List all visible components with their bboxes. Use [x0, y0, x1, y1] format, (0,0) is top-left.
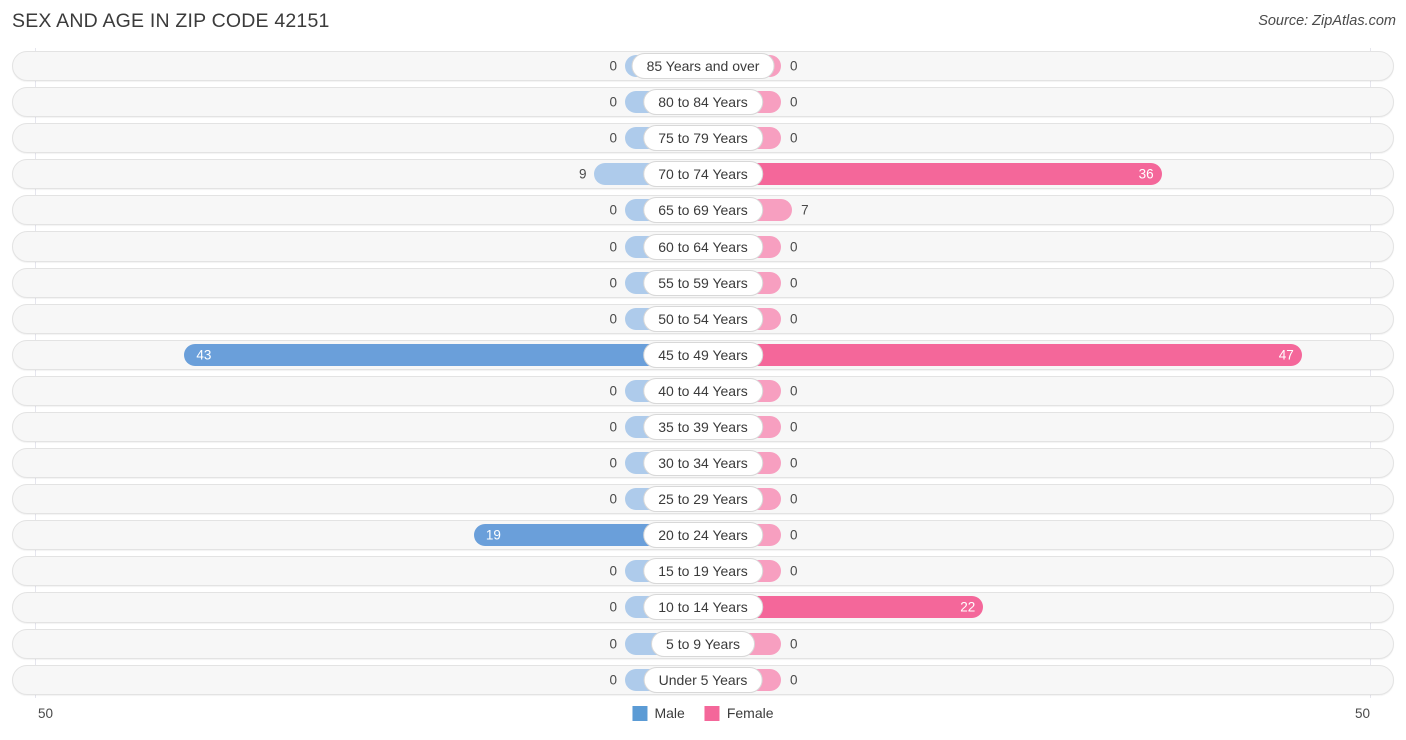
category-label: 55 to 59 Years — [643, 269, 763, 296]
axis-label-left: 50 — [38, 706, 54, 721]
category-label: 75 to 79 Years — [643, 125, 763, 152]
value-label-female: 47 — [1278, 347, 1294, 363]
source-attribution: Source: ZipAtlas.com — [1258, 13, 1396, 29]
value-label-male: 0 — [609, 311, 617, 327]
chart-row: 0 0 30 to 34 Years — [0, 445, 1406, 481]
chart-row: 0 0 85 Years and over — [0, 48, 1406, 84]
chart-footer: 50 50 Male Female — [0, 700, 1406, 740]
category-label: Under 5 Years — [643, 666, 763, 693]
category-label: 50 to 54 Years — [643, 305, 763, 332]
legend-swatch-icon — [632, 705, 648, 721]
value-label-female: 0 — [790, 672, 798, 688]
value-label-female: 0 — [790, 491, 798, 507]
chart-row: 0 0 50 to 54 Years — [0, 301, 1406, 337]
chart-row: 0 22 10 to 14 Years — [0, 589, 1406, 625]
axis-label-right: 50 — [1354, 706, 1370, 721]
category-label: 10 to 14 Years — [643, 594, 763, 621]
value-label-male: 0 — [609, 58, 617, 74]
value-label-male: 9 — [578, 166, 587, 182]
chart-row: 0 0 25 to 29 Years — [0, 481, 1406, 517]
chart-row: 0 0 Under 5 Years — [0, 662, 1406, 698]
value-label-male: 0 — [609, 455, 617, 471]
value-label-female: 36 — [1138, 166, 1154, 182]
value-label-female: 22 — [960, 599, 976, 615]
category-label: 15 to 19 Years — [643, 558, 763, 585]
category-label: 70 to 74 Years — [643, 161, 763, 188]
chart-row: 0 7 65 to 69 Years — [0, 192, 1406, 228]
category-label: 85 Years and over — [631, 53, 775, 80]
category-label: 35 to 39 Years — [643, 413, 763, 440]
legend-item[interactable]: Female — [704, 705, 774, 721]
chart-row: 19 0 20 to 24 Years — [0, 517, 1406, 553]
chart-row: 9 36 70 to 74 Years — [0, 156, 1406, 192]
bar-female[interactable] — [703, 343, 1302, 366]
category-label: 80 to 84 Years — [643, 89, 763, 116]
value-label-male: 0 — [609, 239, 617, 255]
chart-row: 0 0 75 to 79 Years — [0, 120, 1406, 156]
legend-swatch-icon — [704, 705, 720, 721]
value-label-male: 0 — [609, 491, 617, 507]
value-label-male: 0 — [609, 599, 617, 615]
category-label: 30 to 34 Years — [643, 450, 763, 477]
value-label-male: 0 — [609, 130, 617, 146]
chart-legend: Male Female — [632, 705, 774, 721]
chart-row: 0 0 80 to 84 Years — [0, 84, 1406, 120]
value-label-male: 0 — [609, 383, 617, 399]
category-label: 25 to 29 Years — [643, 486, 763, 513]
value-label-male: 0 — [609, 275, 617, 291]
value-label-female: 0 — [790, 455, 798, 471]
category-label: 5 to 9 Years — [651, 630, 755, 657]
value-label-female: 0 — [790, 239, 798, 255]
chart-rows: 0 0 85 Years and over 0 0 80 to 84 Years 0 0 75 … — [0, 48, 1406, 698]
bar-female[interactable] — [703, 163, 1162, 186]
value-label-male: 0 — [609, 419, 617, 435]
page-title: SEX AND AGE IN ZIP CODE 42151 — [12, 10, 330, 32]
legend-label: Female — [726, 705, 774, 721]
chart-header: SEX AND AGE IN ZIP CODE 42151 Source: Zi… — [0, 0, 1406, 45]
chart-row: 0 0 5 to 9 Years — [0, 626, 1406, 662]
category-label: 65 to 69 Years — [643, 197, 763, 224]
chart-row: 0 0 15 to 19 Years — [0, 553, 1406, 589]
category-label: 60 to 64 Years — [643, 233, 763, 260]
value-label-female: 0 — [790, 563, 798, 579]
chart-page: SEX AND AGE IN ZIP CODE 42151 Source: Zi… — [0, 0, 1406, 740]
chart-row: 0 0 55 to 59 Years — [0, 265, 1406, 301]
value-label-female: 0 — [790, 383, 798, 399]
value-label-female: 0 — [790, 94, 798, 110]
value-label-male: 0 — [609, 636, 617, 652]
chart-row: 43 47 45 to 49 Years — [0, 337, 1406, 373]
value-label-male: 0 — [609, 202, 617, 218]
value-label-male: 0 — [609, 563, 617, 579]
bar-male[interactable] — [184, 343, 703, 366]
legend-label: Male — [654, 705, 685, 721]
category-label: 45 to 49 Years — [643, 341, 763, 368]
value-label-female: 0 — [790, 527, 798, 543]
chart-plot-area: 0 0 85 Years and over 0 0 80 to 84 Years 0 0 75 … — [0, 48, 1406, 698]
category-label: 20 to 24 Years — [643, 522, 763, 549]
value-label-male: 43 — [196, 347, 212, 363]
value-label-male: 0 — [609, 672, 617, 688]
value-label-female: 0 — [790, 130, 798, 146]
value-label-male: 0 — [609, 94, 617, 110]
value-label-female: 0 — [790, 419, 798, 435]
value-label-female: 0 — [790, 636, 798, 652]
category-label: 40 to 44 Years — [643, 377, 763, 404]
chart-row: 0 0 35 to 39 Years — [0, 409, 1406, 445]
chart-row: 0 0 60 to 64 Years — [0, 228, 1406, 264]
value-label-female: 7 — [801, 202, 809, 218]
chart-row: 0 0 40 to 44 Years — [0, 373, 1406, 409]
value-label-female: 0 — [790, 311, 798, 327]
value-label-female: 0 — [790, 58, 798, 74]
legend-item[interactable]: Male — [632, 705, 685, 721]
value-label-male: 19 — [485, 527, 501, 543]
value-label-female: 0 — [790, 275, 798, 291]
